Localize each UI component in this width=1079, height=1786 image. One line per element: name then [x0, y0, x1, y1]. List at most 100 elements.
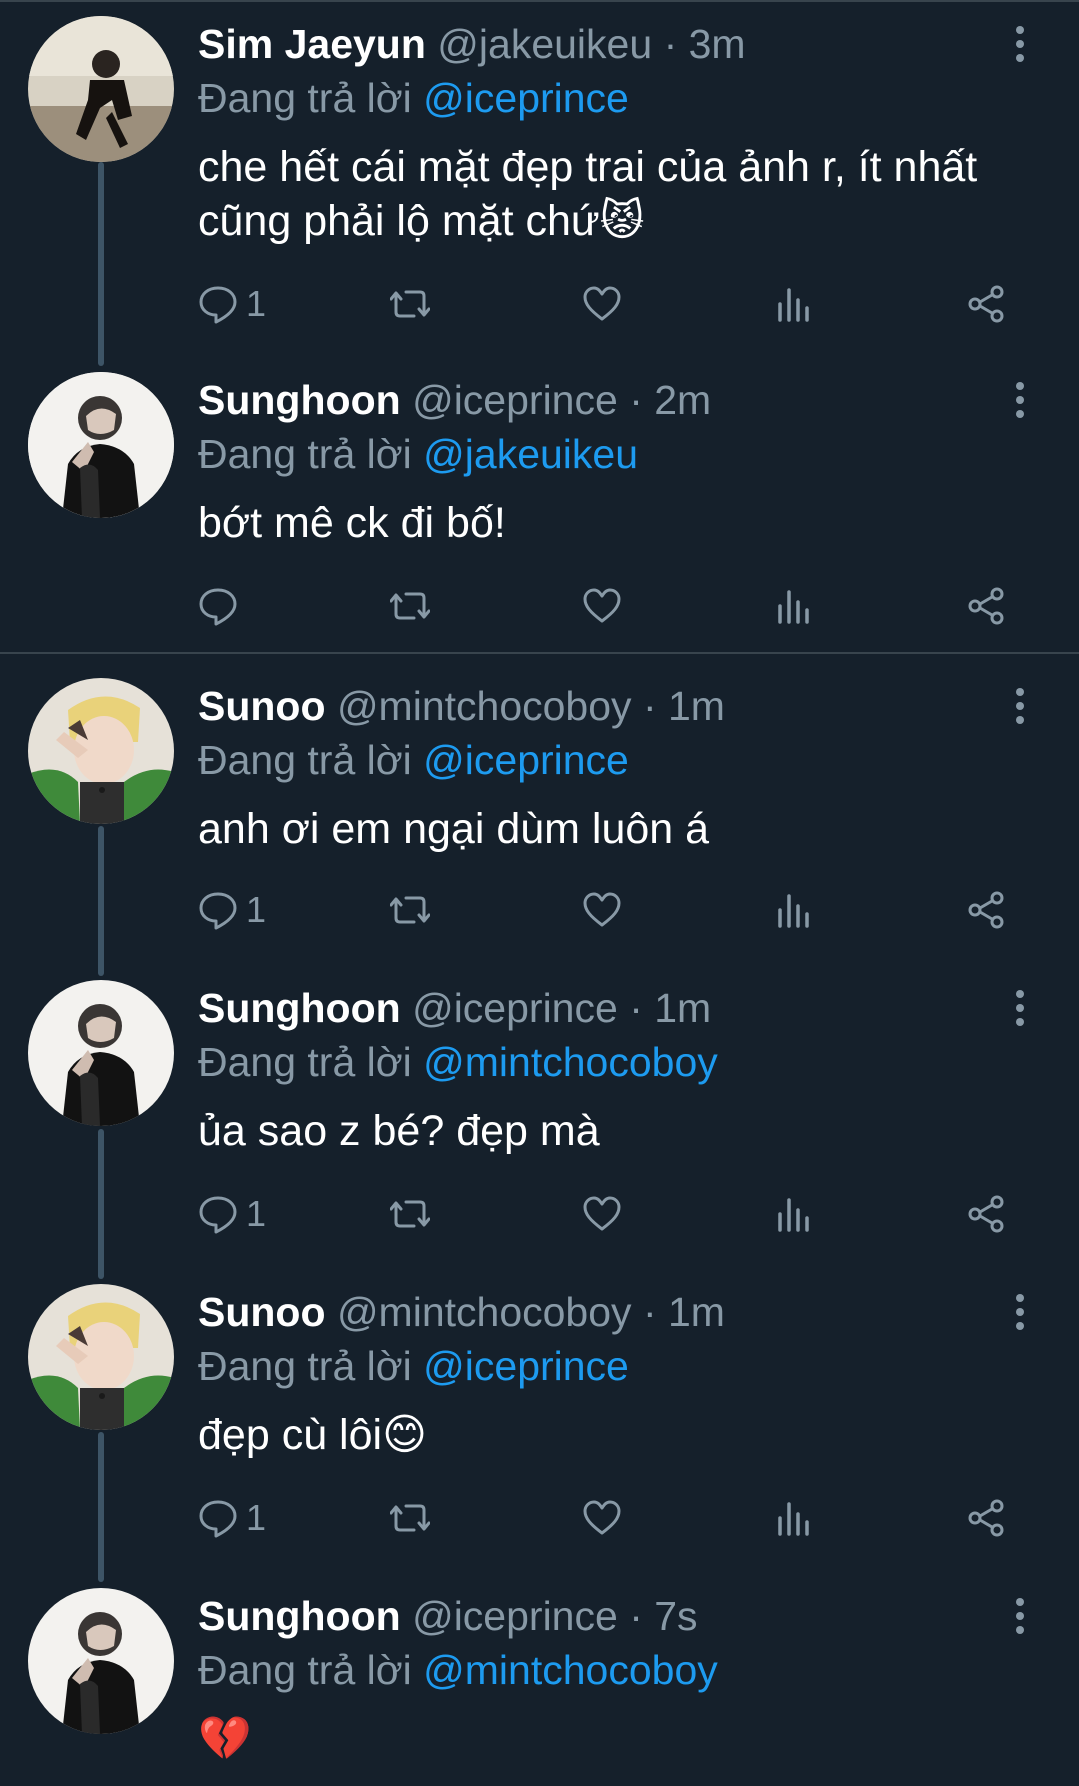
author-name[interactable]: Sunghoon: [198, 985, 401, 1031]
author-name[interactable]: Sunghoon: [198, 1593, 401, 1639]
author-name[interactable]: Sim Jaeyun: [198, 21, 426, 67]
analytics-button[interactable]: [774, 886, 814, 934]
more-options-icon[interactable]: [1008, 984, 1032, 1032]
reply-icon: [199, 286, 237, 324]
tweet-actions: 1: [198, 1190, 1028, 1238]
reply-button[interactable]: 1: [198, 1190, 266, 1238]
tweet-text: đẹp cù lôi😊: [198, 1411, 427, 1459]
share-button[interactable]: [966, 582, 1006, 630]
avatar[interactable]: [28, 1588, 174, 1734]
avatar[interactable]: [28, 372, 174, 518]
analytics-button[interactable]: [774, 1494, 814, 1542]
retweet-button[interactable]: [390, 582, 430, 630]
share-button[interactable]: [966, 1494, 1006, 1542]
more-options-icon[interactable]: [1008, 1288, 1032, 1336]
analytics-button[interactable]: [774, 582, 814, 630]
retweet-button[interactable]: [390, 1494, 430, 1542]
separator-dot: ·: [642, 1289, 657, 1335]
reply-icon: [199, 1196, 237, 1234]
separator-dot: ·: [629, 985, 643, 1031]
reply-button[interactable]: 1: [198, 886, 266, 934]
tweet-text: bớt mê ck đi bố!: [198, 499, 506, 547]
share-button[interactable]: [966, 1190, 1006, 1238]
more-options-icon[interactable]: [1008, 376, 1032, 424]
retweet-icon: [390, 1200, 430, 1228]
tweet[interactable]: Sunghoon @iceprince · 2m Đang trả lời @j…: [0, 358, 1079, 648]
timestamp[interactable]: 7s: [654, 1593, 697, 1639]
separator-dot: ·: [642, 683, 657, 729]
author-name[interactable]: Sunghoon: [198, 377, 401, 423]
like-icon: [583, 588, 621, 623]
separator-dot: ·: [629, 377, 643, 423]
analytics-button[interactable]: [774, 280, 814, 328]
author-handle[interactable]: @iceprince: [412, 377, 618, 423]
replying-to-label: Đang trả lời: [198, 75, 412, 121]
author-handle[interactable]: @mintchocoboy: [337, 683, 632, 729]
retweet-icon: [390, 592, 430, 620]
author-handle[interactable]: @mintchocoboy: [337, 1289, 632, 1335]
tweet[interactable]: Sunoo @mintchocoboy · 1m Đang trả lời @i…: [0, 662, 1079, 962]
tweet[interactable]: Sunghoon @iceprince · 7s Đang trả lời @m…: [0, 1574, 1079, 1786]
retweet-button[interactable]: [390, 886, 430, 934]
replying-to-mention[interactable]: @mintchocoboy: [423, 1647, 718, 1693]
analytics-button[interactable]: [774, 1190, 814, 1238]
share-button[interactable]: [966, 886, 1006, 934]
like-button[interactable]: [582, 886, 622, 934]
avatar[interactable]: [28, 980, 174, 1126]
author-handle[interactable]: @iceprince: [412, 985, 618, 1031]
analytics-icon: [778, 1198, 809, 1232]
like-button[interactable]: [582, 280, 622, 328]
timestamp[interactable]: 1m: [668, 683, 725, 729]
share-icon: [968, 1195, 1004, 1233]
reply-icon: [199, 892, 237, 930]
author-name[interactable]: Sunoo: [198, 1289, 326, 1335]
tweet-text: 💔: [198, 1715, 252, 1763]
reply-button[interactable]: 1: [198, 1494, 266, 1542]
avatar[interactable]: [28, 1284, 174, 1430]
replying-to-mention[interactable]: @iceprince: [423, 75, 629, 121]
reply-button[interactable]: [198, 582, 246, 630]
author-handle[interactable]: @iceprince: [412, 1593, 618, 1639]
like-icon: [583, 1196, 621, 1231]
author-handle[interactable]: @jakeuikeu: [437, 21, 652, 67]
author-name[interactable]: Sunoo: [198, 683, 326, 729]
separator-dot: ·: [663, 21, 678, 67]
reply-count: 1: [246, 283, 267, 324]
like-icon: [583, 892, 621, 927]
share-icon: [968, 285, 1004, 323]
analytics-icon: [778, 894, 809, 928]
avatar[interactable]: [28, 678, 174, 824]
reply-icon: [199, 1500, 237, 1538]
retweet-button[interactable]: [390, 280, 430, 328]
timestamp[interactable]: 1m: [654, 985, 711, 1031]
share-button[interactable]: [966, 280, 1006, 328]
more-options-icon[interactable]: [1008, 682, 1032, 730]
replying-to-label: Đang trả lời: [198, 1647, 412, 1693]
timestamp[interactable]: 1m: [668, 1289, 725, 1335]
more-options-icon[interactable]: [1008, 1592, 1032, 1640]
tweet[interactable]: Sim Jaeyun @jakeuikeu · 3m Đang trả lời …: [0, 0, 1079, 360]
tweet-actions: 1: [198, 280, 1028, 328]
like-button[interactable]: [582, 1494, 622, 1542]
avatar[interactable]: [28, 16, 174, 162]
more-options-icon[interactable]: [1008, 20, 1032, 68]
tweet-actions: 1: [198, 886, 1028, 934]
replying-to-mention[interactable]: @iceprince: [423, 737, 629, 783]
analytics-icon: [778, 1502, 809, 1536]
reply-icon: [199, 588, 237, 626]
replying-to-mention[interactable]: @jakeuikeu: [423, 431, 638, 477]
tweet-actions: 1: [198, 1494, 1028, 1542]
replying-to-mention[interactable]: @mintchocoboy: [423, 1039, 718, 1085]
like-button[interactable]: [582, 582, 622, 630]
retweet-button[interactable]: [390, 1190, 430, 1238]
separator-dot: ·: [629, 1593, 643, 1639]
like-button[interactable]: [582, 1190, 622, 1238]
replying-to-mention[interactable]: @iceprince: [423, 1343, 629, 1389]
like-icon: [583, 286, 621, 321]
timestamp[interactable]: 2m: [654, 377, 711, 423]
tweet[interactable]: Sunoo @mintchocoboy · 1m Đang trả lời @i…: [0, 1270, 1079, 1570]
tweet[interactable]: Sunghoon @iceprince · 1m Đang trả lời @m…: [0, 966, 1079, 1266]
tweet-text: anh ơi em ngại dùm luôn á: [198, 805, 710, 853]
timestamp[interactable]: 3m: [689, 21, 746, 67]
reply-button[interactable]: 1: [198, 280, 266, 328]
